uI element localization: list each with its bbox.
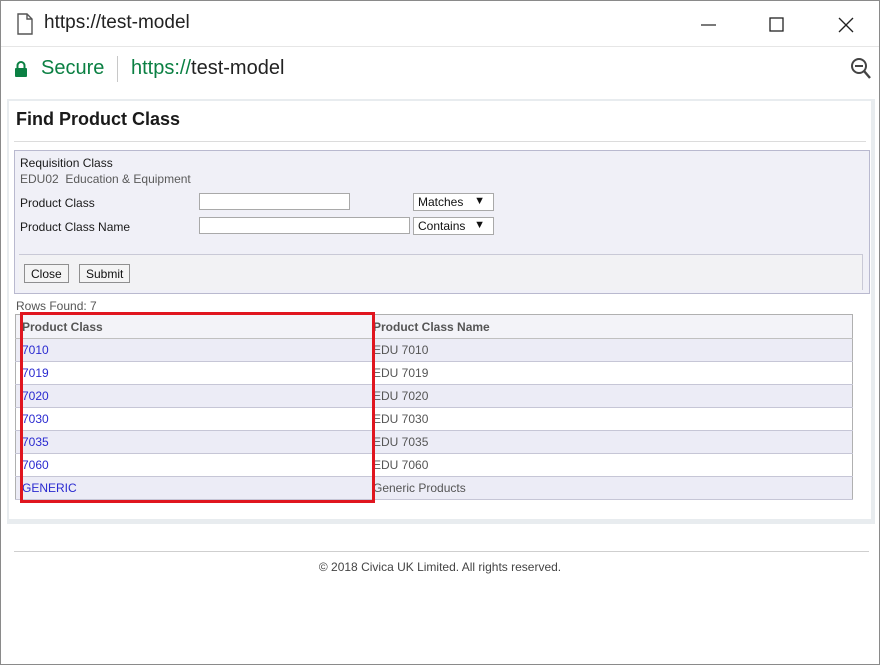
product-class-cell: GENERIC <box>15 476 367 500</box>
footer-divider <box>14 551 869 552</box>
product-class-link[interactable]: GENERIC <box>22 481 77 495</box>
product-class-cell: 7020 <box>15 384 367 408</box>
table-row: 7035 EDU 7035 <box>15 430 853 454</box>
dropdown-arrow-icon: ▼ <box>474 195 485 207</box>
address-divider <box>117 56 118 82</box>
product-class-input[interactable] <box>199 193 350 210</box>
column-header-product-class-name[interactable]: Product Class Name <box>367 314 853 339</box>
secure-label: Secure <box>41 57 105 79</box>
product-class-cell: 7010 <box>15 338 367 362</box>
product-class-cell: 7035 <box>15 430 367 454</box>
submit-button[interactable]: Submit <box>79 264 131 283</box>
product-class-cell: 7030 <box>15 407 367 431</box>
product-class-cell: 7060 <box>15 453 367 477</box>
table-row: 7060 EDU 7060 <box>15 453 853 477</box>
product-class-link[interactable]: 7060 <box>22 458 49 472</box>
content-panel: Find Product Class Requisition Class EDU… <box>7 99 875 524</box>
product-class-name-operator-value: Contains <box>418 219 466 233</box>
results-table: Product Class Product Class Name 7010 ED… <box>15 314 853 500</box>
product-class-link[interactable]: 7010 <box>22 343 49 357</box>
title-divider <box>14 141 866 142</box>
rows-found-count: Rows Found: 7 <box>16 299 97 313</box>
product-class-link[interactable]: 7035 <box>22 435 49 449</box>
table-row: 7030 EDU 7030 <box>15 407 853 431</box>
page-viewport: Find Product Class Requisition Class EDU… <box>1 92 879 664</box>
product-class-operator-select[interactable]: Matches ▼ <box>413 193 494 211</box>
page-title: Find Product Class <box>16 109 181 129</box>
table-row: 7019 EDU 7019 <box>15 361 853 385</box>
requisition-class-value: EDU02 Education & Equipment <box>20 172 191 186</box>
table-row: 7010 EDU 7010 <box>15 338 853 362</box>
maximize-icon <box>769 17 784 32</box>
table-row: GENERIC Generic Products <box>15 476 853 500</box>
title-bar: https://test-model <box>1 1 879 46</box>
product-class-cell: 7019 <box>15 361 367 385</box>
document-icon <box>17 13 33 35</box>
requisition-class-label: Requisition Class <box>20 156 113 170</box>
maximize-button[interactable] <box>757 9 797 39</box>
window-title: https://test-model <box>44 12 190 33</box>
zoom-out-icon[interactable] <box>850 57 872 81</box>
product-class-link[interactable]: 7020 <box>22 389 49 403</box>
address-bar[interactable]: Secure https://test-model <box>1 46 879 93</box>
product-class-name-input[interactable] <box>199 217 410 234</box>
browser-window: https://test-model Secure https://test-m… <box>0 0 880 665</box>
search-form: Requisition Class EDU02 Education & Equi… <box>14 150 870 294</box>
minimize-button[interactable] <box>689 9 729 39</box>
product-class-name-cell: EDU 7030 <box>367 407 853 431</box>
product-class-name-cell: Generic Products <box>367 476 853 500</box>
table-row: 7020 EDU 7020 <box>15 384 853 408</box>
close-window-button[interactable] <box>826 9 866 39</box>
url-scheme: https:// <box>131 57 192 79</box>
product-class-name-cell: EDU 7020 <box>367 384 853 408</box>
product-class-name-label: Product Class Name <box>20 220 131 234</box>
product-class-name-cell: EDU 7060 <box>367 453 853 477</box>
product-class-name-cell: EDU 7035 <box>367 430 853 454</box>
close-icon <box>838 17 854 33</box>
table-header-row: Product Class Product Class Name <box>15 314 853 339</box>
form-buttons: Close Submit <box>19 254 863 290</box>
product-class-link[interactable]: 7030 <box>22 412 49 426</box>
product-class-name-cell: EDU 7019 <box>367 361 853 385</box>
lock-icon <box>15 61 27 77</box>
url-text[interactable]: https://test-model <box>131 57 284 80</box>
url-host: test-model <box>191 57 285 79</box>
close-button[interactable]: Close <box>24 264 69 283</box>
product-class-name-operator-select[interactable]: Contains ▼ <box>413 217 494 235</box>
dropdown-arrow-icon: ▼ <box>474 219 485 231</box>
product-class-link[interactable]: 7019 <box>22 366 49 380</box>
product-class-operator-value: Matches <box>418 195 464 209</box>
content-panel-inner: Find Product Class Requisition Class EDU… <box>9 101 871 519</box>
column-header-product-class[interactable]: Product Class <box>15 314 367 339</box>
product-class-label: Product Class <box>20 196 95 210</box>
copyright-footer: © 2018 Civica UK Limited. All rights res… <box>318 560 562 574</box>
minimize-icon <box>701 24 716 26</box>
product-class-name-cell: EDU 7010 <box>367 338 853 362</box>
